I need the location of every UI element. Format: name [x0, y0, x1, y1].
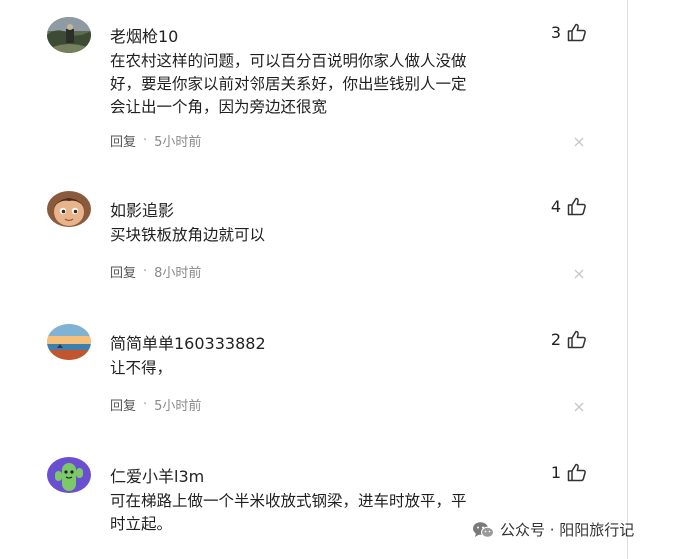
watermark-text: 公众号 · 阳阳旅行记 — [500, 521, 635, 539]
like-button[interactable]: 4 — [551, 195, 587, 217]
username[interactable]: 简简单单160333882 — [110, 330, 266, 354]
comment-text-line: 好，要是你家以前对邻居关系好，你出些钱别人一定 — [110, 75, 467, 93]
like-button[interactable]: 1 — [551, 461, 587, 483]
comment-meta: 回复 · 5小时前 — [110, 395, 201, 414]
avatar-scenic-photo-icon — [47, 17, 91, 53]
username[interactable]: 老烟枪10 — [110, 23, 178, 47]
comment-text: 在农村这样的问题，可以百分百说明你家人做人没做 好，要是你家以前对邻居关系好，你… — [110, 50, 590, 119]
username[interactable]: 如影追影 — [110, 197, 174, 221]
close-icon[interactable] — [573, 268, 585, 280]
comment-time: 5小时前 — [154, 135, 202, 150]
comment-item: 如影追影 4 买块铁板放角边就可以 回复 · 8小时前 — [0, 191, 627, 291]
meta-separator: · — [143, 264, 148, 279]
comment-meta: 回复 · 8小时前 — [110, 262, 201, 281]
like-count: 3 — [550, 22, 561, 42]
like-button[interactable]: 2 — [551, 328, 587, 350]
reply-button[interactable]: 回复 — [110, 395, 136, 414]
avatar-cactus-cartoon-icon — [47, 457, 91, 493]
meta-separator: · — [143, 133, 148, 148]
comment-item: 简简单单160333882 2 让不得， 回复 · 5小时前 — [0, 324, 627, 424]
watermark: 公众号 · 阳阳旅行记 — [472, 519, 634, 540]
comment-item: 老烟枪10 3 在农村这样的问题，可以百分百说明你家人做人没做 好，要是你家以前… — [0, 17, 627, 157]
thumbs-up-icon — [567, 197, 587, 216]
like-count: 2 — [550, 329, 561, 349]
comment-text-line: 买块铁板放角边就可以 — [110, 226, 266, 244]
username[interactable]: 仁爱小羊l3m — [110, 463, 204, 487]
comment-text: 买块铁板放角边就可以 — [110, 224, 590, 247]
avatar[interactable] — [47, 457, 91, 493]
panel-divider — [627, 0, 628, 559]
comment-text-line: 让不得， — [110, 359, 173, 377]
reply-button[interactable]: 回复 — [110, 131, 136, 150]
comment-meta: 回复 · 5小时前 — [110, 131, 201, 150]
comment-text-line: 在农村这样的问题，可以百分百说明你家人做人没做 — [110, 52, 467, 70]
close-icon[interactable] — [573, 136, 585, 148]
like-button[interactable]: 3 — [551, 21, 587, 43]
thumbs-up-icon — [567, 23, 587, 42]
comment-text-line: 可在梯路上做一个半米收放式钢梁，进车时放平，平 — [110, 492, 467, 510]
meta-separator: · — [143, 397, 148, 412]
avatar[interactable] — [47, 191, 91, 227]
comment-item: 仁爱小羊l3m 1 可在梯路上做一个半米收放式钢梁，进车时放平，平 时立起。 — [0, 457, 627, 559]
comment-text: 让不得， — [110, 357, 590, 380]
close-icon[interactable] — [573, 401, 585, 413]
wechat-icon — [472, 521, 494, 539]
avatar[interactable] — [47, 324, 91, 360]
comment-time: 5小时前 — [154, 399, 202, 414]
thumbs-up-icon — [567, 463, 587, 482]
thumbs-up-icon — [567, 330, 587, 349]
avatar[interactable] — [47, 17, 91, 53]
comment-text-line: 会让出一个角，因为旁边还很宽 — [110, 98, 328, 116]
like-count: 4 — [550, 196, 561, 216]
comment-time: 8小时前 — [154, 266, 202, 281]
like-count: 1 — [550, 462, 561, 482]
reply-button[interactable]: 回复 — [110, 262, 136, 281]
comment-page: 老烟枪10 3 在农村这样的问题，可以百分百说明你家人做人没做 好，要是你家以前… — [0, 0, 696, 559]
avatar-sunset-lake-icon — [47, 324, 91, 360]
avatar-cartoon-character-icon — [47, 191, 91, 227]
